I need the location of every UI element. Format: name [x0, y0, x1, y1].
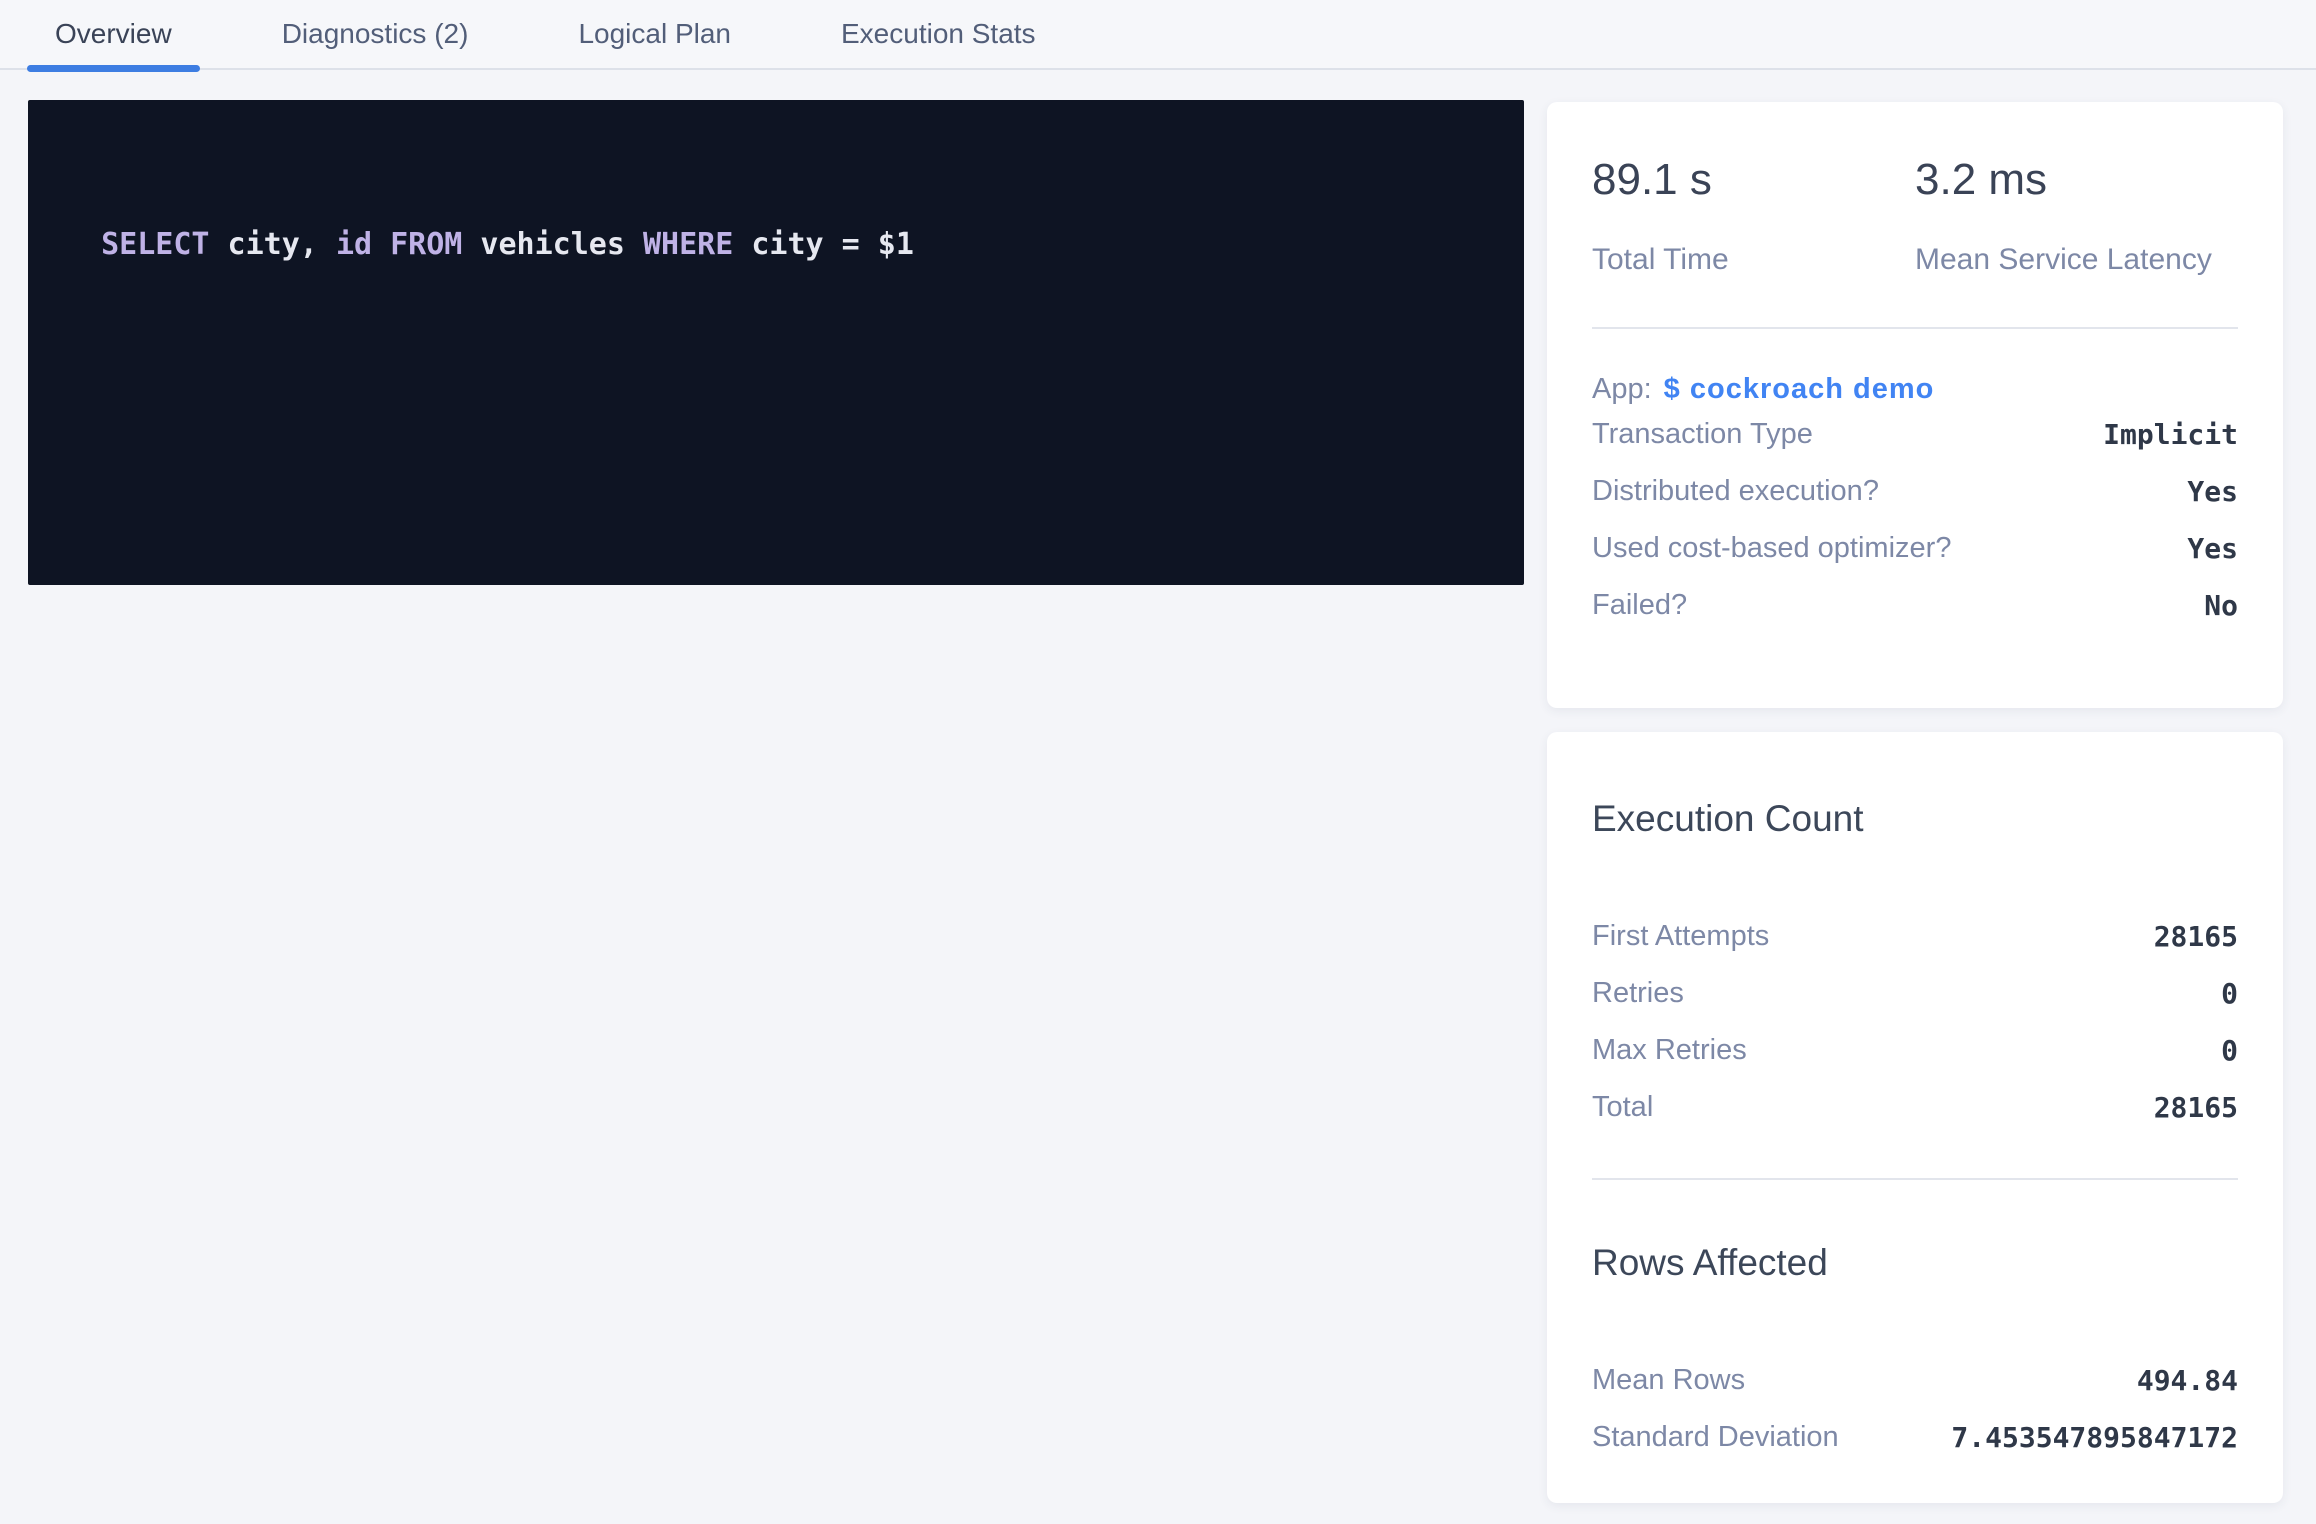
tab[interactable]: Execution Stats — [813, 0, 1064, 68]
sql-token: city = $1 — [733, 227, 914, 262]
stat: 3.2 ms Mean Service Latency — [1915, 152, 2238, 277]
row-label: Distributed execution? — [1592, 475, 1879, 508]
row-value: No — [2204, 589, 2238, 622]
summary-rows: Transaction Type Implicit Distributed ex… — [1592, 406, 2238, 634]
row-value: 7.453547895847172 — [1951, 1421, 2238, 1454]
row-label: Used cost-based optimizer? — [1592, 532, 1951, 565]
sql-token: WHERE — [643, 227, 733, 262]
statement-tabs: Overview Diagnostics (2) Logical Plan Ex… — [0, 0, 2316, 70]
rows-affected-rows: Mean Rows 494.84 Standard Deviation 7.45… — [1592, 1352, 2238, 1466]
app-row: App: $ cockroach demo — [1592, 373, 2238, 406]
rows-affected-row: Mean Rows 494.84 — [1592, 1352, 2238, 1409]
stat-value: 3.2 ms — [1915, 152, 2238, 207]
app-link[interactable]: $ cockroach demo — [1664, 373, 1935, 406]
row-label: Retries — [1592, 977, 1684, 1010]
row-label: Max Retries — [1592, 1034, 1747, 1067]
row-label: Standard Deviation — [1592, 1421, 1839, 1454]
rows-affected-row: Standard Deviation 7.453547895847172 — [1592, 1409, 2238, 1466]
row-value: 0 — [2221, 1034, 2238, 1067]
tab[interactable]: Diagnostics (2) — [254, 0, 497, 68]
row-value: Implicit — [2103, 418, 2238, 451]
row-value: 28165 — [2154, 920, 2238, 953]
row-value: Yes — [2187, 475, 2238, 508]
execution-count-row: Total 28165 — [1592, 1079, 2238, 1136]
execution-count-rows: First Attempts 28165 Retries 0 Max Retri… — [1592, 908, 2238, 1136]
sql-token: SELECT — [101, 227, 209, 262]
stat-value: 89.1 s — [1592, 152, 1915, 207]
row-label: Total — [1592, 1091, 1653, 1124]
row-value: 28165 — [2154, 1091, 2238, 1124]
row-label: Transaction Type — [1592, 418, 1813, 451]
rows-affected-title: Rows Affected — [1592, 1180, 2238, 1284]
stat-label: Total Time — [1592, 243, 1915, 277]
execution-count-row: First Attempts 28165 — [1592, 908, 2238, 965]
row-label: First Attempts — [1592, 920, 1769, 953]
sql-token — [372, 227, 390, 262]
sql-token: id — [336, 227, 372, 262]
summary-row: Used cost-based optimizer? Yes — [1592, 520, 2238, 577]
execution-count-title: Execution Count — [1592, 732, 2238, 840]
stat-label: Mean Service Latency — [1915, 243, 2238, 277]
tab[interactable]: Overview — [27, 0, 200, 68]
sql-token: vehicles — [462, 227, 643, 262]
tab-label: Overview — [55, 18, 172, 50]
tab-label: Execution Stats — [841, 18, 1036, 50]
row-label: Mean Rows — [1592, 1364, 1745, 1397]
execution-count-row: Max Retries 0 — [1592, 1022, 2238, 1079]
sql-token: city, — [210, 227, 336, 262]
tab-label: Diagnostics (2) — [282, 18, 469, 50]
sql-statement-box: SELECT city, id FROM vehicles WHERE city… — [28, 100, 1524, 585]
phase-stats: 89.1 s Total Time 3.2 ms Mean Service La… — [1592, 102, 2238, 277]
summary-row: Distributed execution? Yes — [1592, 463, 2238, 520]
statement-details-card: Execution Count First Attempts 28165 Ret… — [1547, 732, 2283, 1503]
app-label: App: — [1592, 373, 1652, 406]
summary-row: Failed? No — [1592, 577, 2238, 634]
row-value: Yes — [2187, 532, 2238, 565]
row-label: Failed? — [1592, 589, 1687, 622]
row-value: 494.84 — [2137, 1364, 2238, 1397]
summary-row: Transaction Type Implicit — [1592, 406, 2238, 463]
execution-count-row: Retries 0 — [1592, 965, 2238, 1022]
sql-token: FROM — [390, 227, 462, 262]
tab[interactable]: Logical Plan — [550, 0, 759, 68]
sql-statement-text: SELECT city, id FROM vehicles WHERE city… — [65, 187, 914, 263]
summary-divider — [1592, 327, 2238, 329]
stat: 89.1 s Total Time — [1592, 152, 1915, 277]
tab-label: Logical Plan — [578, 18, 731, 50]
statement-summary-card: 89.1 s Total Time 3.2 ms Mean Service La… — [1547, 102, 2283, 708]
row-value: 0 — [2221, 977, 2238, 1010]
